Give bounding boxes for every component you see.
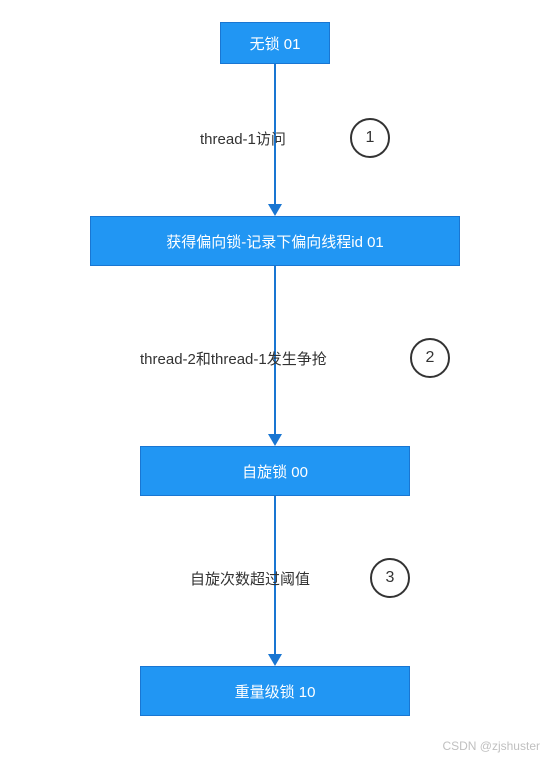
- node-biased-lock: 获得偏向锁-记录下偏向线程id 01: [90, 216, 460, 266]
- node-label: 获得偏向锁-记录下偏向线程id 01: [166, 231, 384, 252]
- edge-3-label: 自旋次数超过阈值: [190, 568, 310, 589]
- edge-2-label: thread-2和thread-1发生争抢: [140, 348, 327, 369]
- edge-1-arrowhead: [268, 204, 282, 216]
- edge-1-label: thread-1访问: [200, 128, 286, 149]
- step-number: 3: [386, 569, 395, 587]
- watermark-text: CSDN @zjshuster: [442, 739, 540, 753]
- lock-upgrade-flowchart: 无锁 01 thread-1访问 1 获得偏向锁-记录下偏向线程id 01 th…: [0, 0, 550, 759]
- step-marker-2: 2: [410, 338, 450, 378]
- edge-2-arrowhead: [268, 434, 282, 446]
- step-number: 1: [366, 129, 375, 147]
- node-spin-lock: 自旋锁 00: [140, 446, 410, 496]
- step-number: 2: [426, 349, 435, 367]
- node-label: 重量级锁 10: [235, 681, 316, 702]
- step-marker-1: 1: [350, 118, 390, 158]
- step-marker-3: 3: [370, 558, 410, 598]
- node-no-lock: 无锁 01: [220, 22, 330, 64]
- node-label: 自旋锁 00: [242, 461, 308, 482]
- node-label: 无锁 01: [250, 33, 301, 54]
- node-heavyweight-lock: 重量级锁 10: [140, 666, 410, 716]
- edge-3-arrowhead: [268, 654, 282, 666]
